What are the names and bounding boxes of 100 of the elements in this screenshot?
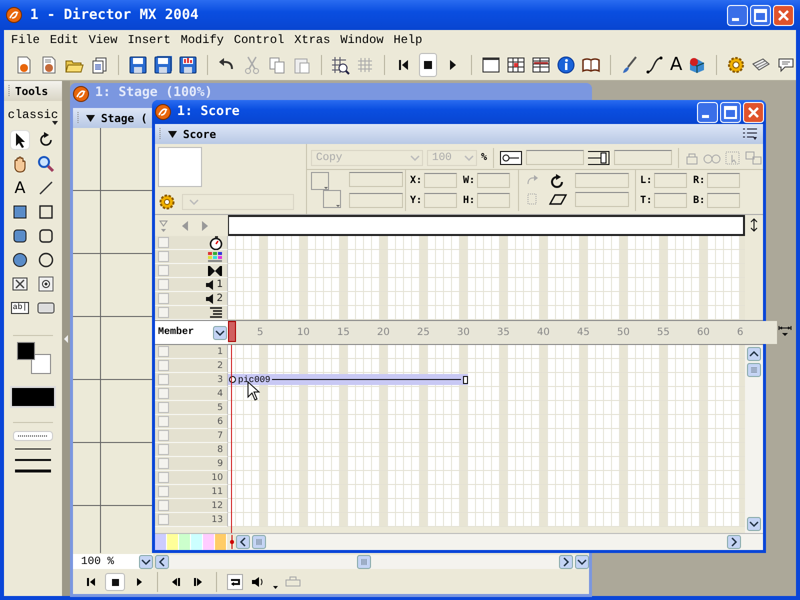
marker-channel[interactable]	[228, 215, 745, 236]
menu-item[interactable]: Help	[388, 33, 428, 47]
text-tool-button[interactable]: A	[14, 179, 26, 197]
sprite-label: pic009	[238, 374, 270, 384]
maximize-button[interactable]	[720, 102, 741, 122]
rotate-icon[interactable]	[37, 131, 55, 149]
thick-line-option[interactable]	[13, 468, 53, 474]
number-field[interactable]	[424, 172, 458, 188]
menu-item[interactable]: Xtras	[289, 33, 336, 47]
dotted-line-option[interactable]	[13, 431, 53, 441]
filled-rounded-rectangle-icon[interactable]	[11, 227, 29, 245]
close-button[interactable]	[743, 102, 764, 122]
zoom-menu-icon[interactable]	[778, 324, 792, 338]
overlapping-squares-icon[interactable]	[745, 150, 763, 165]
skew-field[interactable]	[575, 192, 630, 208]
background-color-chip[interactable]	[322, 190, 341, 208]
maximize-button[interactable]	[750, 4, 771, 26]
circle-icon[interactable]	[37, 251, 55, 269]
scroll-thumb[interactable]	[747, 363, 761, 377]
stop-button[interactable]	[419, 53, 438, 77]
gear-icon[interactable]	[158, 193, 176, 211]
channel-display-dropdown[interactable]: Member	[155, 321, 228, 344]
menu-item[interactable]: Window	[335, 33, 389, 47]
number-field[interactable]	[424, 192, 458, 208]
mode-dropdown[interactable]: classic	[8, 109, 58, 125]
number-field[interactable]	[707, 172, 740, 188]
rotation-field[interactable]	[575, 173, 630, 188]
curve-icon[interactable]	[644, 55, 665, 75]
playhead-icon[interactable]	[228, 535, 236, 549]
frame-number: 50	[617, 327, 631, 338]
options-menu-icon[interactable]	[743, 128, 757, 140]
field-label: Y:	[410, 194, 422, 206]
background-color-swatch[interactable]	[31, 354, 51, 374]
number-field[interactable]	[477, 172, 510, 188]
window-icon[interactable]	[481, 55, 502, 75]
number-field[interactable]	[654, 172, 688, 188]
filled-rectangle-icon[interactable]	[11, 203, 29, 221]
next-marker-icon[interactable]	[200, 220, 210, 232]
scroll-thumb[interactable]	[252, 535, 266, 549]
color-label-swatch[interactable]	[155, 534, 167, 550]
menu-item[interactable]: File	[6, 33, 45, 47]
background-color-field[interactable]	[348, 193, 403, 208]
marker-menu-icon[interactable]	[158, 218, 170, 232]
field-tool-button[interactable]: ab|	[10, 302, 30, 314]
filled-circle-icon[interactable]	[11, 251, 29, 269]
channel-number: 4	[216, 388, 223, 398]
frame-number: 45	[577, 327, 591, 338]
stop-button[interactable]	[105, 573, 125, 591]
info-icon[interactable]	[556, 55, 576, 75]
copy-icon[interactable]	[266, 55, 286, 75]
grip-icon	[77, 112, 80, 124]
number-field[interactable]	[477, 192, 510, 208]
menu-item[interactable]: View	[84, 33, 122, 47]
line-icon[interactable]	[37, 179, 55, 197]
previous-marker-icon[interactable]	[180, 220, 190, 232]
loop-button[interactable]	[227, 574, 243, 590]
text-tool-button[interactable]: A	[670, 55, 682, 75]
minimize-button[interactable]	[697, 102, 718, 122]
horizontal-scrollbar[interactable]	[155, 554, 589, 568]
end-frame-field[interactable]	[614, 150, 672, 166]
rounded-rectangle-icon[interactable]	[37, 227, 55, 245]
minimize-button[interactable]	[727, 4, 748, 26]
frame-number: 5	[257, 327, 264, 338]
grid-window-icon[interactable]	[506, 55, 526, 75]
zoom-dropdown[interactable]: 100 %	[73, 554, 153, 569]
checkbox-icon[interactable]	[11, 275, 29, 293]
number-field[interactable]	[707, 192, 740, 208]
menu-item[interactable]: Edit	[44, 33, 84, 47]
lock-icon[interactable]	[685, 150, 699, 165]
color-label-swatch[interactable]	[203, 534, 215, 550]
speaker-icon[interactable]	[249, 574, 265, 590]
color-label-swatch[interactable]	[215, 534, 227, 550]
foreground-color-field[interactable]	[348, 172, 403, 188]
rectangle-icon[interactable]	[37, 203, 55, 221]
foreground-color-chip[interactable]	[310, 172, 329, 190]
start-frame-field[interactable]	[526, 150, 584, 166]
color-label-swatch[interactable]	[179, 534, 191, 550]
scroll-thumb[interactable]	[357, 554, 371, 568]
medium-line-option[interactable]	[13, 457, 53, 463]
color-label-swatch[interactable]	[191, 534, 203, 550]
selection-cursor-icon[interactable]	[725, 150, 741, 165]
thin-line-option[interactable]	[13, 446, 53, 452]
channel-frames[interactable]: pic009	[228, 373, 745, 387]
vertical-scrollbar[interactable]	[745, 345, 763, 533]
menu-item[interactable]: Control	[228, 33, 290, 47]
menu-item[interactable]: Modify	[176, 33, 229, 47]
foreground-color-swatch[interactable]	[17, 342, 35, 360]
number-field[interactable]	[654, 192, 688, 208]
sprite-span[interactable]: pic009	[228, 374, 468, 385]
magnifier-icon[interactable]	[37, 155, 55, 173]
menu-item[interactable]: Insert	[122, 33, 176, 47]
playhead-marker[interactable]	[228, 321, 236, 342]
horizontal-scrollbar[interactable]	[236, 534, 763, 550]
grid-window-icon[interactable]	[531, 55, 552, 75]
grid-magnifier-icon[interactable]	[330, 55, 350, 75]
gear-icon[interactable]	[726, 55, 746, 75]
color-label-swatch[interactable]	[167, 534, 179, 550]
pattern-swatch[interactable]	[10, 386, 56, 408]
close-button[interactable]	[773, 4, 794, 26]
radio-button-icon[interactable]	[37, 275, 55, 293]
